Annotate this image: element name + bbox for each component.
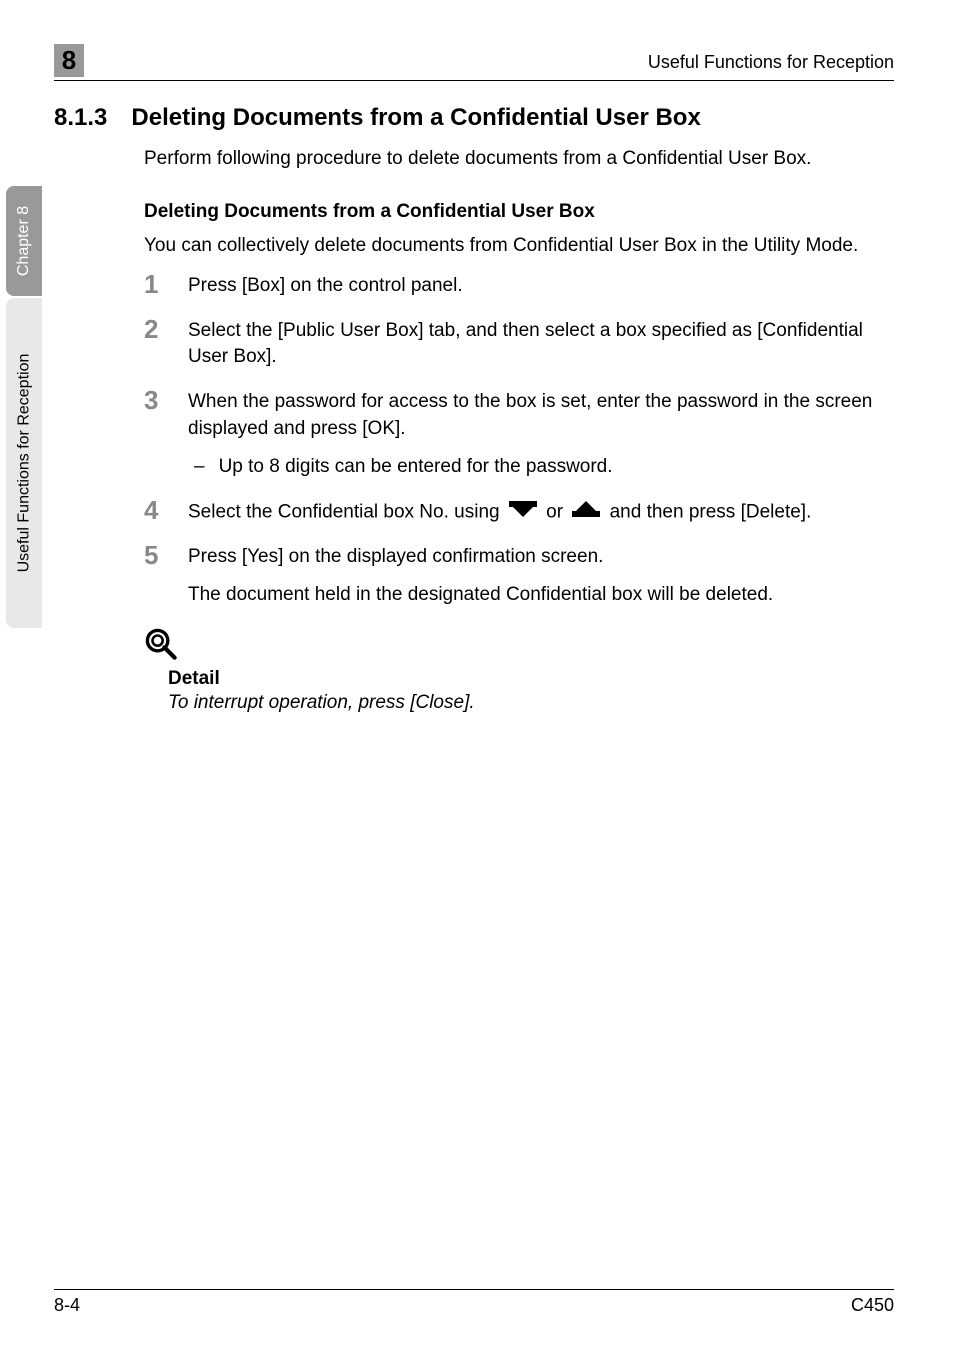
- step-number: 5: [144, 542, 164, 568]
- chapter-number: 8: [62, 45, 76, 76]
- step-number: 1: [144, 271, 164, 297]
- side-tab-chapter-label: Chapter 8: [15, 206, 33, 276]
- steps-list: 1 Press [Box] on the control panel. 2 Se…: [54, 273, 894, 609]
- arrow-up-icon: [572, 499, 600, 526]
- step-text: Select the [Public User Box] tab, and th…: [188, 318, 894, 371]
- side-tab-chapter: Chapter 8: [6, 186, 42, 296]
- step-bullet: – Up to 8 digits can be entered for the …: [194, 454, 894, 481]
- bullet-text: Up to 8 digits can be entered for the pa…: [219, 454, 613, 481]
- section-number: 8.1.3: [54, 104, 107, 132]
- arrow-down-icon: [509, 499, 537, 526]
- sub-intro: You can collectively delete documents fr…: [54, 233, 894, 260]
- sub-heading: Deleting Documents from a Confidential U…: [54, 201, 894, 223]
- step-item: 3 When the password for access to the bo…: [144, 389, 894, 481]
- step-body: Select the Confidential box No. using or…: [188, 499, 894, 526]
- step-item: 5 Press [Yes] on the displayed confirmat…: [144, 544, 894, 609]
- step-item: 1 Press [Box] on the control panel.: [144, 273, 894, 300]
- model-name: C450: [851, 1295, 894, 1316]
- detail-block: Detail To interrupt operation, press [Cl…: [54, 627, 894, 714]
- section-heading: 8.1.3 Deleting Documents from a Confiden…: [54, 104, 894, 132]
- chapter-badge: 8: [54, 44, 84, 77]
- step-number: 4: [144, 497, 164, 523]
- step-number: 2: [144, 316, 164, 342]
- header-rule: [54, 80, 894, 81]
- side-tab-section-label: Useful Functions for Reception: [15, 354, 33, 573]
- step-item: 2 Select the [Public User Box] tab, and …: [144, 318, 894, 371]
- page-number: 8-4: [54, 1295, 80, 1316]
- detail-text: To interrupt operation, press [Close].: [144, 692, 894, 714]
- section-intro: Perform following procedure to delete do…: [54, 146, 894, 173]
- detail-label: Detail: [144, 668, 894, 690]
- step-number: 3: [144, 387, 164, 413]
- step-text: Press [Box] on the control panel.: [188, 273, 894, 300]
- step-body: When the password for access to the box …: [188, 389, 894, 481]
- section-title: Deleting Documents from a Confidential U…: [131, 104, 700, 132]
- step-text-post: and then press [Delete].: [610, 501, 812, 522]
- footer-rule: [54, 1289, 894, 1290]
- step-text: Press [Yes] on the displayed confirmatio…: [188, 546, 603, 567]
- content-area: 8.1.3 Deleting Documents from a Confiden…: [54, 104, 894, 714]
- step-body: Press [Yes] on the displayed confirmatio…: [188, 544, 894, 609]
- running-head: Useful Functions for Reception: [648, 52, 894, 73]
- bullet-dash: –: [194, 454, 205, 481]
- step-text-pre: Select the Confidential box No. using: [188, 501, 505, 522]
- step-text: When the password for access to the box …: [188, 391, 872, 439]
- step-text-mid: or: [546, 501, 568, 522]
- step-result: The document held in the designated Conf…: [188, 582, 894, 609]
- magnifier-icon: [144, 627, 178, 661]
- side-tab-section: Useful Functions for Reception: [6, 298, 42, 628]
- step-item: 4 Select the Confidential box No. using …: [144, 499, 894, 526]
